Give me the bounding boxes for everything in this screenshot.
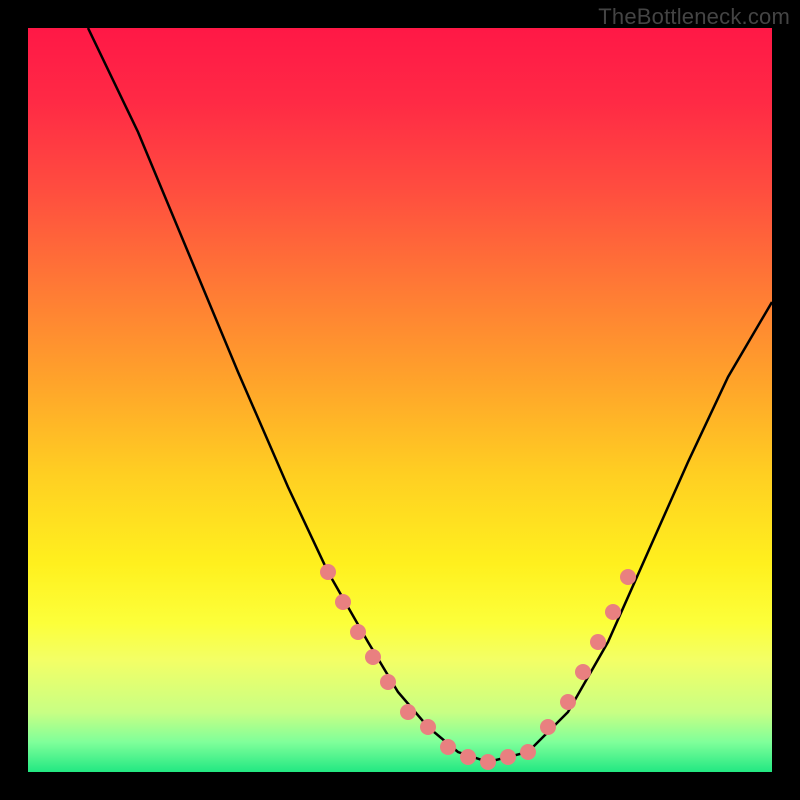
highlight-dot bbox=[575, 664, 591, 680]
highlight-dot bbox=[335, 594, 351, 610]
highlight-dot bbox=[500, 749, 516, 765]
highlight-dot bbox=[560, 694, 576, 710]
highlight-dot bbox=[440, 739, 456, 755]
highlight-dot bbox=[620, 569, 636, 585]
highlight-dot bbox=[380, 674, 396, 690]
highlight-dot bbox=[460, 749, 476, 765]
highlight-dot bbox=[320, 564, 336, 580]
curve-layer bbox=[28, 28, 772, 772]
highlight-dot bbox=[520, 744, 536, 760]
plot-area bbox=[28, 28, 772, 772]
highlight-dots-group bbox=[320, 564, 636, 770]
highlight-dot bbox=[590, 634, 606, 650]
highlight-dot bbox=[400, 704, 416, 720]
highlight-dot bbox=[605, 604, 621, 620]
chart-frame: TheBottleneck.com bbox=[0, 0, 800, 800]
main-curve bbox=[88, 28, 772, 762]
highlight-dot bbox=[420, 719, 436, 735]
watermark-text: TheBottleneck.com bbox=[598, 4, 790, 30]
highlight-dot bbox=[480, 754, 496, 770]
highlight-dot bbox=[365, 649, 381, 665]
highlight-dot bbox=[350, 624, 366, 640]
highlight-dot bbox=[540, 719, 556, 735]
